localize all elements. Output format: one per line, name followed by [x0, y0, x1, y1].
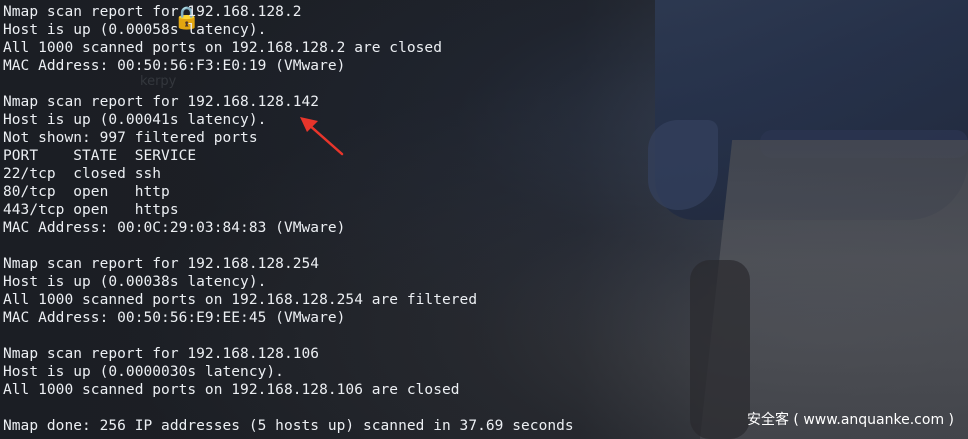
- red-arrow-icon: [300, 117, 344, 156]
- terminal-line: Host is up (0.00038s latency).: [3, 274, 267, 290]
- wallpaper-figure-skirt: [700, 140, 968, 439]
- terminal-line: 80/tcp open http: [3, 184, 170, 200]
- terminal-line: Host is up (0.0000030s latency).: [3, 364, 284, 380]
- terminal-line: MAC Address: 00:0C:29:03:84:83 (VMware): [3, 220, 346, 236]
- terminal-window: 🔒 kerpy Nmap scan report for 192.168.128…: [0, 0, 968, 439]
- watermark-text: 安全客 ( www.anquanke.com ): [746, 412, 954, 428]
- terminal-line: All 1000 scanned ports on 192.168.128.2 …: [3, 40, 442, 56]
- wallpaper-figure-shirt: [655, 0, 968, 220]
- wallpaper-figure-leg: [690, 260, 750, 439]
- arrow-shaft: [306, 122, 344, 156]
- terminal-line: All 1000 scanned ports on 192.168.128.25…: [3, 292, 478, 308]
- terminal-line: Nmap scan report for 192.168.128.2: [3, 4, 302, 20]
- terminal-line: Host is up (0.00041s latency).: [3, 112, 267, 128]
- terminal-line: MAC Address: 00:50:56:E9:EE:45 (VMware): [3, 310, 346, 326]
- terminal-line: All 1000 scanned ports on 192.168.128.10…: [3, 382, 460, 398]
- terminal-line: 443/tcp open https: [3, 202, 179, 218]
- terminal-line: Host is up (0.00058s latency).: [3, 22, 267, 38]
- terminal-line: Nmap scan report for 192.168.128.254: [3, 256, 320, 272]
- terminal-line: Nmap done: 256 IP addresses (5 hosts up)…: [3, 418, 574, 434]
- wallpaper-figure-arm: [648, 120, 718, 210]
- terminal-line: Not shown: 997 filtered ports: [3, 130, 258, 146]
- terminal-line: PORT STATE SERVICE: [3, 148, 197, 164]
- terminal-line: 22/tcp closed ssh: [3, 166, 162, 182]
- wallpaper-figure-belt: [760, 130, 968, 158]
- terminal-output[interactable]: Nmap scan report for 192.168.128.2 Host i…: [3, 3, 574, 435]
- terminal-line: Nmap scan report for 192.168.128.142: [3, 94, 320, 110]
- terminal-line: Nmap scan report for 192.168.128.106: [3, 346, 320, 362]
- terminal-line: MAC Address: 00:50:56:F3:E0:19 (VMware): [3, 58, 346, 74]
